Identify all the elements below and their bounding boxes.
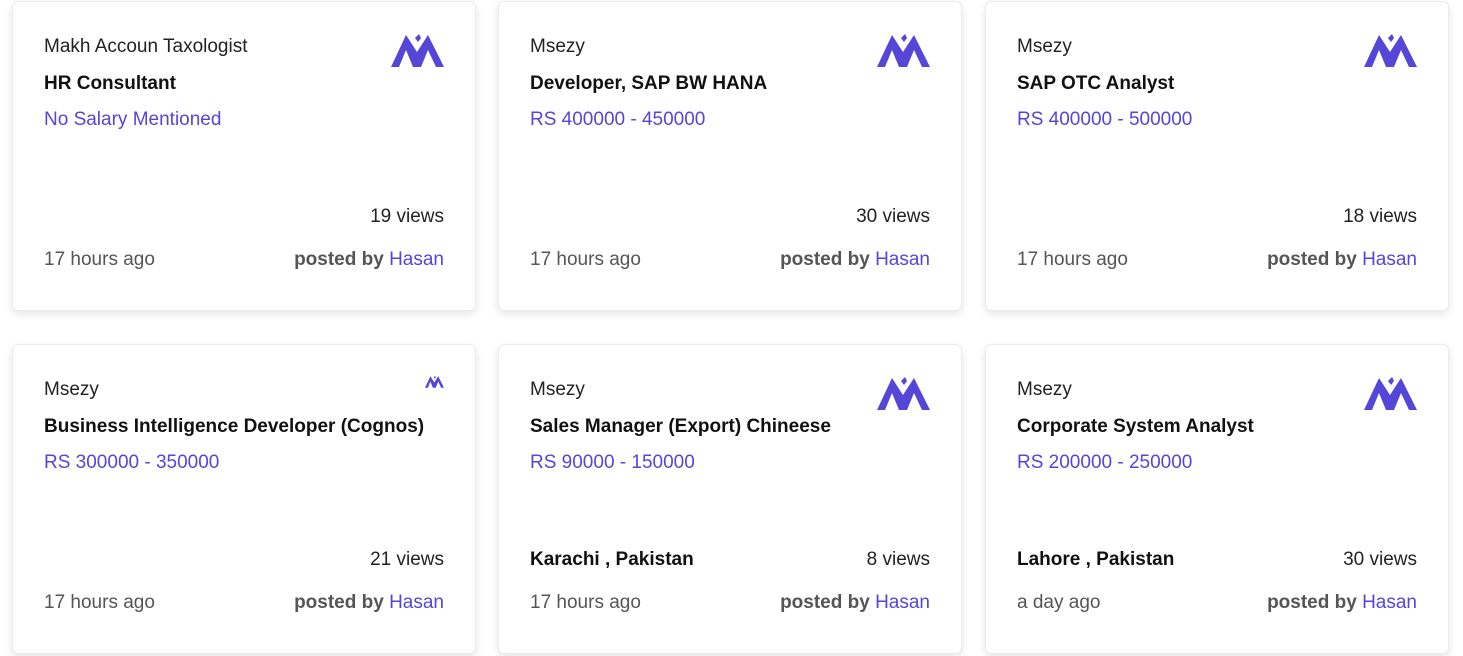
view-count: 8 views <box>866 549 930 570</box>
poster-link[interactable]: Hasan <box>389 249 444 270</box>
job-title[interactable]: Business Intelligence Developer (Cognos) <box>44 416 424 438</box>
job-card[interactable]: Msezy Developer, SAP BW HANA RS 400000 -… <box>498 1 962 311</box>
job-title[interactable]: Developer, SAP BW HANA <box>530 73 767 95</box>
posted-by-label: posted by <box>1267 592 1357 613</box>
posted-by: posted by Hasan <box>294 592 444 614</box>
posted-time: 17 hours ago <box>44 249 155 270</box>
job-card[interactable]: Msezy Sales Manager (Export) Chineese RS… <box>498 344 962 654</box>
company-name: Msezy <box>530 36 585 57</box>
posted-time: 17 hours ago <box>530 592 641 613</box>
job-title[interactable]: HR Consultant <box>44 73 176 95</box>
view-count: 30 views <box>1343 549 1417 570</box>
posted-by: posted by Hasan <box>780 249 930 271</box>
view-count: 18 views <box>1343 206 1417 227</box>
mountain-m-logo-icon <box>877 375 930 410</box>
mountain-m-logo-icon <box>425 375 444 388</box>
posted-time: 17 hours ago <box>1017 249 1128 270</box>
view-count: 30 views <box>856 206 930 227</box>
salary: RS 400000 - 500000 <box>1017 109 1193 130</box>
job-location: Lahore , Pakistan <box>1017 549 1175 570</box>
view-count: 19 views <box>370 206 444 227</box>
job-card[interactable]: Makh Accoun Taxologist HR Consultant No … <box>12 1 476 311</box>
poster-link[interactable]: Hasan <box>875 592 930 613</box>
posted-by: posted by Hasan <box>294 249 444 271</box>
posted-time: 17 hours ago <box>530 249 641 270</box>
posted-time: 17 hours ago <box>44 592 155 613</box>
posted-by: posted by Hasan <box>1267 249 1417 271</box>
mountain-m-logo-icon <box>391 32 444 67</box>
salary: RS 400000 - 450000 <box>530 109 706 130</box>
job-title[interactable]: SAP OTC Analyst <box>1017 73 1174 95</box>
job-title[interactable]: Corporate System Analyst <box>1017 416 1254 438</box>
company-name: Msezy <box>1017 36 1072 57</box>
job-card[interactable]: Msezy Corporate System Analyst RS 200000… <box>985 344 1449 654</box>
company-name: Msezy <box>530 379 585 400</box>
posted-by-label: posted by <box>294 249 384 270</box>
poster-link[interactable]: Hasan <box>875 249 930 270</box>
salary: RS 200000 - 250000 <box>1017 452 1193 473</box>
posted-by-label: posted by <box>294 592 384 613</box>
job-location: Karachi , Pakistan <box>530 549 694 570</box>
posted-time: a day ago <box>1017 592 1101 613</box>
job-card[interactable]: Msezy SAP OTC Analyst RS 400000 - 500000… <box>985 1 1449 311</box>
posted-by-label: posted by <box>1267 249 1357 270</box>
salary: No Salary Mentioned <box>44 109 222 130</box>
view-count: 21 views <box>370 549 444 570</box>
poster-link[interactable]: Hasan <box>1362 249 1417 270</box>
mountain-m-logo-icon <box>1364 32 1417 67</box>
company-name: Msezy <box>1017 379 1072 400</box>
job-grid: Makh Accoun Taxologist HR Consultant No … <box>0 0 1463 656</box>
poster-link[interactable]: Hasan <box>389 592 444 613</box>
job-title[interactable]: Sales Manager (Export) Chineese <box>530 416 831 438</box>
job-card[interactable]: Msezy Business Intelligence Developer (C… <box>12 344 476 654</box>
salary: RS 300000 - 350000 <box>44 452 220 473</box>
posted-by-label: posted by <box>780 592 870 613</box>
poster-link[interactable]: Hasan <box>1362 592 1417 613</box>
company-name: Makh Accoun Taxologist <box>44 36 248 57</box>
posted-by: posted by Hasan <box>1267 592 1417 614</box>
posted-by: posted by Hasan <box>780 592 930 614</box>
mountain-m-logo-icon <box>877 32 930 67</box>
salary: RS 90000 - 150000 <box>530 452 695 473</box>
mountain-m-logo-icon <box>1364 375 1417 410</box>
company-name: Msezy <box>44 379 99 400</box>
posted-by-label: posted by <box>780 249 870 270</box>
